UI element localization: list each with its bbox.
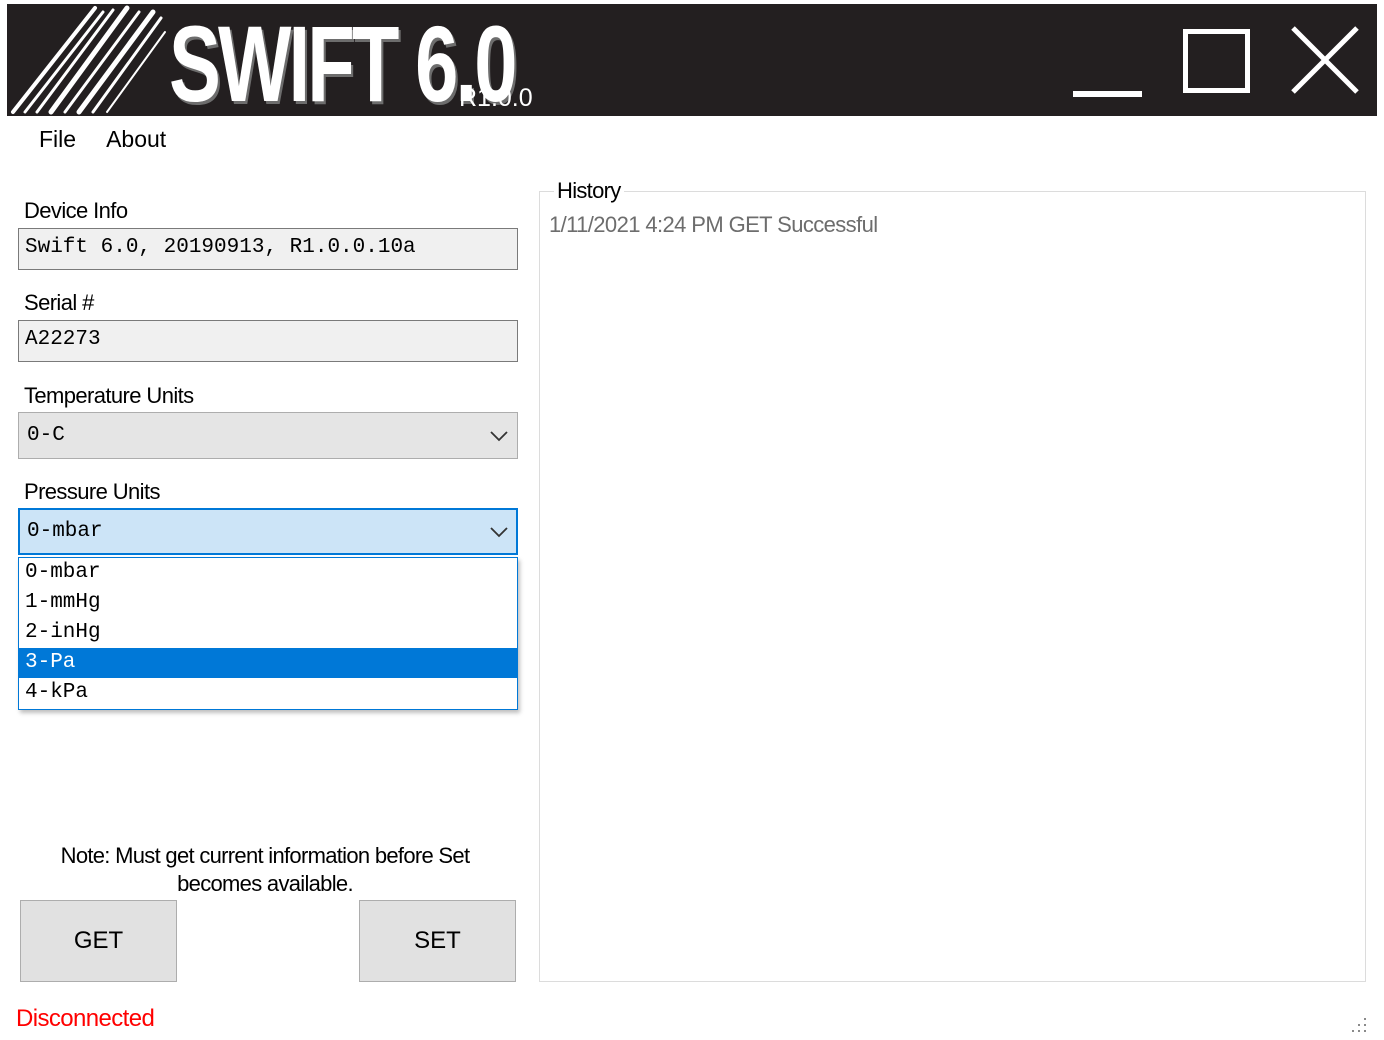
serial-field[interactable]: A22273 [18,320,518,362]
note-text: Note: Must get current information befor… [60,843,470,896]
close-icon [1291,26,1359,94]
maximize-button[interactable] [1183,4,1253,116]
maximize-icon [1183,29,1250,93]
menu-bar: File About [24,124,181,158]
device-info-label: Device Info [24,198,128,223]
app-logo: SWIFT 6.0 [169,6,649,120]
chevron-down-icon [490,431,508,442]
menu-file[interactable]: File [24,124,91,158]
serial-label: Serial # [24,290,94,315]
title-bar[interactable]: SWIFT 6.0 R1.0.0 [7,4,1377,120]
temperature-units-select[interactable]: 0-C [18,412,518,459]
history-title: History [554,178,624,204]
set-button[interactable]: SET [359,900,516,982]
temperature-units-label: Temperature Units [24,383,194,408]
menu-about[interactable]: About [91,124,181,158]
resize-grip-icon[interactable] [1350,1016,1370,1036]
dropdown-option[interactable]: 1-mmHg [19,588,517,618]
pressure-units-label: Pressure Units [24,479,160,504]
pressure-units-dropdown: 0-mbar 1-mmHg 2-inHg 3-Pa 4-kPa [18,557,518,710]
app-version: R1.0.0 [459,84,533,112]
temperature-units-value: 0-C [27,424,65,447]
device-info-field[interactable]: Swift 6.0, 20190913, R1.0.0.10a [18,228,518,270]
close-button[interactable] [1289,4,1361,116]
dropdown-option[interactable]: 4-kPa [19,678,517,708]
pressure-units-select[interactable]: 0-mbar [18,508,518,555]
dropdown-option[interactable]: 0-mbar [19,558,517,588]
connection-status: Disconnected [16,1005,155,1032]
dropdown-option[interactable]: 2-inHg [19,618,517,648]
minimize-icon [1073,91,1142,97]
history-group [539,191,1366,982]
history-entry: 1/11/2021 4:24 PM GET Successful [549,212,878,237]
logo-stripes-icon [11,5,166,115]
pressure-units-value: 0-mbar [27,520,103,543]
minimize-button[interactable] [1073,4,1143,116]
chevron-down-icon [490,527,508,538]
dropdown-option-highlighted[interactable]: 3-Pa [19,648,517,678]
get-button[interactable]: GET [20,900,177,982]
